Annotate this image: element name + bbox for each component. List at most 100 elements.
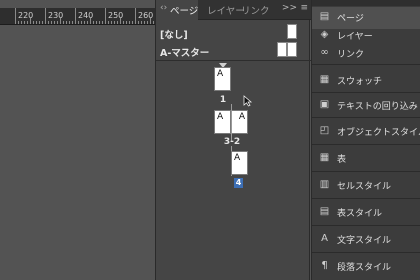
ruler-tick <box>96 21 97 24</box>
ruler-tick <box>141 21 142 24</box>
mouse-pointer-icon <box>243 95 253 107</box>
dock-item-text-wrap[interactable]: ▣ テキストの回り込み <box>312 95 420 117</box>
page-master-letter: A <box>234 153 241 163</box>
tab-links[interactable]: リンク <box>241 3 270 17</box>
ruler-tick <box>102 21 103 24</box>
ruler-tick <box>135 8 136 24</box>
master-thumbnail-right <box>287 42 297 57</box>
ruler-tick <box>111 21 112 24</box>
ruler-tick <box>27 21 28 24</box>
panel-tab-bar: ‹› ページ レイヤー リンク >> ≡ <box>156 0 311 20</box>
dock-item-links[interactable]: ∞ リンク <box>312 43 420 65</box>
ruler-tick <box>75 8 76 24</box>
dock-item-label: レイヤー <box>337 32 373 42</box>
ruler-tick <box>42 21 43 24</box>
dock-item-label: リンク <box>337 50 365 60</box>
master-thumbnail <box>287 24 297 39</box>
ruler-tick <box>147 21 148 24</box>
ruler-tick <box>78 21 79 24</box>
ruler-tick <box>57 21 58 24</box>
dock-item-swatches[interactable]: ▦ スウォッチ <box>312 70 420 92</box>
ruler-tick <box>63 21 64 24</box>
page-thumbnail-1[interactable]: A <box>214 67 231 91</box>
ruler-tick <box>117 21 118 24</box>
ruler-tick <box>87 21 88 24</box>
dock-separator <box>312 252 420 253</box>
ruler-tick <box>114 21 115 24</box>
ruler-tick <box>72 21 73 24</box>
paragraph-styles-icon: ¶ <box>321 260 328 271</box>
more-tabs-button[interactable]: >> <box>282 3 297 13</box>
dock-item-label: セルスタイル <box>337 182 392 192</box>
dock-item-label: オブジェクトスタイル <box>337 128 420 138</box>
dock-item-table-styles[interactable]: ▤ 表スタイル <box>312 202 420 224</box>
panel-divider <box>156 60 311 61</box>
ruler-tick <box>108 21 109 24</box>
links-icon: ∞ <box>320 47 329 58</box>
dock-header <box>312 0 420 6</box>
dock-item-cell-styles[interactable]: ▥ セルスタイル <box>312 175 420 197</box>
dock-item-paragraph-styles[interactable]: ¶ 段落スタイル <box>312 256 420 278</box>
character-styles-icon: A <box>321 233 328 244</box>
master-a[interactable]: A-マスター <box>156 40 311 62</box>
ruler-tick <box>153 21 154 24</box>
page-master-letter: A <box>238 112 245 122</box>
page-number-label-selected: 4 <box>234 178 243 188</box>
ruler-tick <box>126 21 127 24</box>
ruler-tick <box>90 18 91 24</box>
ruler-tick <box>93 21 94 24</box>
dock-separator <box>312 198 420 199</box>
ruler-tick <box>30 18 31 24</box>
dock-item-character-styles[interactable]: A 文字スタイル <box>312 229 420 251</box>
object-styles-icon: ◰ <box>319 125 330 136</box>
pages-panel: ‹› ページ レイヤー リンク >> ≡ [なし] A-マスター A 1 A A… <box>155 0 311 280</box>
ruler-tick <box>54 21 55 24</box>
swatches-icon: ▦ <box>319 74 330 85</box>
page-number-label: 1 <box>219 95 227 105</box>
dock-item-table[interactable]: ▦ 表 <box>312 148 420 170</box>
pages-icon: ▤ <box>319 11 330 22</box>
dock-item-label: 表スタイル <box>337 209 383 219</box>
ruler-tick <box>150 18 151 24</box>
ruler-tick <box>69 21 70 24</box>
layers-icon: ◈ <box>320 29 329 40</box>
ruler-tick <box>144 21 145 24</box>
page-master-letter: A <box>217 112 224 122</box>
master-label: [なし] <box>160 30 188 41</box>
page-thumbnail-4[interactable]: A <box>231 151 248 175</box>
dock-item-label: 段落スタイル <box>337 263 392 273</box>
ruler-tick <box>21 21 22 24</box>
page-thumbnail-2[interactable]: A <box>231 110 248 134</box>
horizontal-ruler[interactable]: 220 230 240 250 260 <box>0 8 155 25</box>
ruler-tick <box>84 21 85 24</box>
collapse-icon[interactable]: ‹› <box>160 3 167 13</box>
panel-dock: ▤ ページ ◈ レイヤー ∞ リンク ▦ スウォッチ ▣ テキストの回り込み ◰… <box>311 0 420 280</box>
dock-item-label: ページ <box>337 14 364 24</box>
ruler-tick <box>60 18 61 24</box>
dock-item-object-styles[interactable]: ◰ オブジェクトスタイル <box>312 121 420 143</box>
dock-separator <box>312 171 420 172</box>
text-wrap-icon: ▣ <box>319 99 330 110</box>
cell-styles-icon: ▥ <box>319 179 330 190</box>
ruler-tick <box>45 8 46 24</box>
page-master-letter: A <box>217 69 224 79</box>
ruler-tick <box>123 21 124 24</box>
ruler-tick <box>24 21 25 24</box>
dock-separator <box>312 225 420 226</box>
table-styles-icon: ▤ <box>319 206 330 217</box>
ruler-tick <box>81 21 82 24</box>
dock-separator <box>312 144 420 145</box>
ruler-tick <box>36 21 37 24</box>
dock-item-label: 表 <box>337 155 347 165</box>
ruler-tick <box>129 21 130 24</box>
tab-pages[interactable]: ページ <box>170 3 198 17</box>
panel-menu-icon[interactable]: ≡ <box>300 3 308 13</box>
master-thumbnail-left <box>277 42 287 57</box>
ruler-tick <box>132 21 133 24</box>
document-canvas[interactable] <box>0 25 155 280</box>
dock-separator <box>312 64 420 65</box>
tab-layers[interactable]: レイヤー <box>207 3 245 17</box>
page-thumbnail-3[interactable]: A <box>214 110 231 134</box>
ruler-tick <box>120 18 121 24</box>
master-label: A-マスター <box>160 48 210 59</box>
